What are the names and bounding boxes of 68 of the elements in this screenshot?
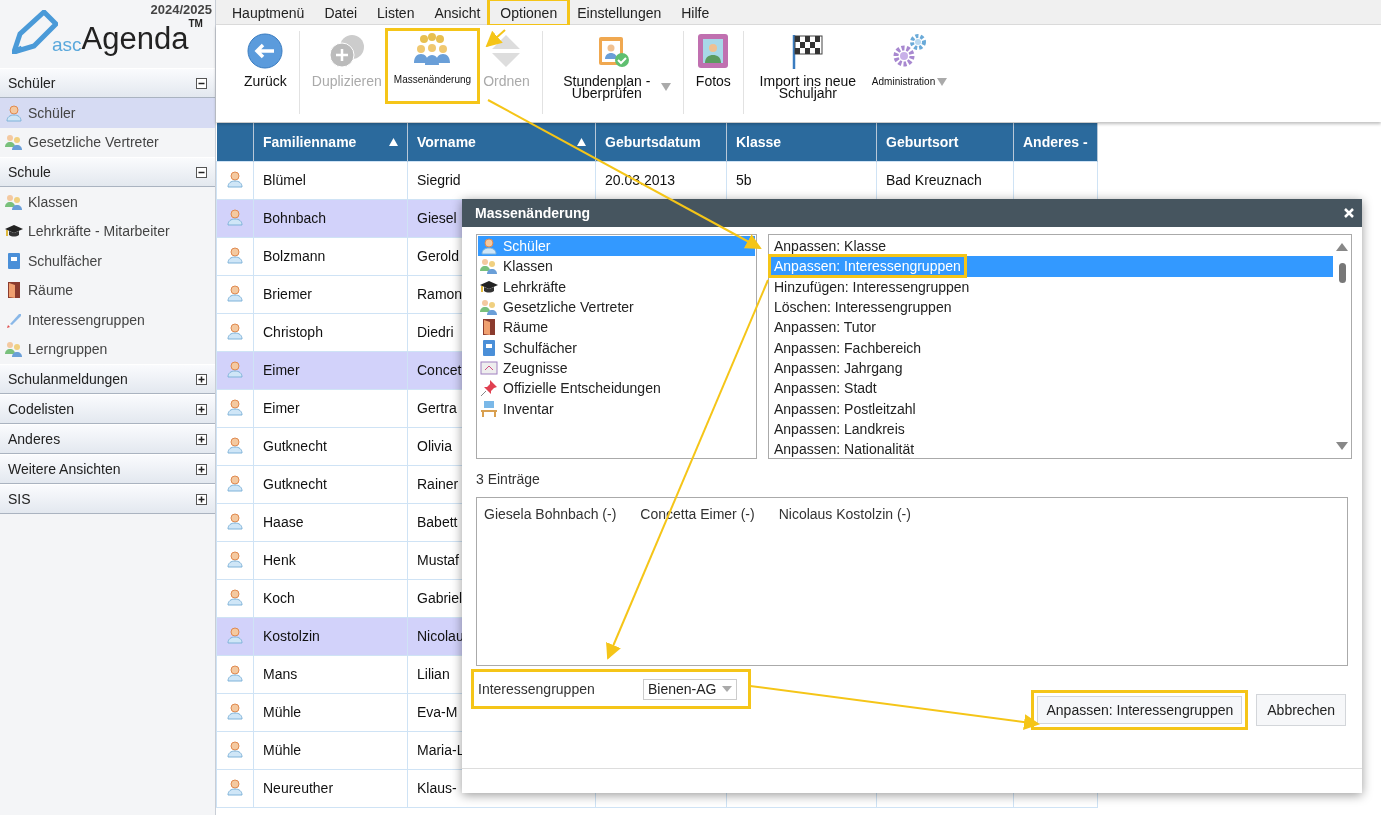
table-cell: Neureuther bbox=[253, 769, 408, 807]
menu-item[interactable]: Ansicht bbox=[424, 1, 491, 24]
table-cell: Kostolzin bbox=[253, 617, 408, 655]
toolbar-button[interactable]: Zurück bbox=[238, 31, 293, 101]
sidebar-item[interactable]: Schüler bbox=[0, 98, 215, 128]
column-header[interactable]: Geburtsort bbox=[876, 123, 1014, 161]
sidebar-section-header[interactable]: Schule bbox=[0, 157, 215, 187]
sidebar-item[interactable]: Schulfächer bbox=[0, 246, 215, 276]
sidebar-item[interactable]: Interessengruppen bbox=[0, 305, 215, 335]
menu-item[interactable]: Hauptmenü bbox=[222, 1, 315, 24]
action-item[interactable]: Anpassen: Fachbereich bbox=[770, 337, 1333, 358]
action-item[interactable]: Anpassen: Nationalität bbox=[770, 438, 1333, 460]
menu-item[interactable]: Listen bbox=[367, 1, 425, 24]
sidebar-item[interactable]: Klassen bbox=[0, 187, 215, 217]
column-header[interactable]: Familienname bbox=[253, 123, 408, 161]
sidebar-section-header[interactable]: Schulanmeldungen bbox=[0, 364, 215, 394]
sidebar-section-header[interactable]: Weitere Ansichten bbox=[0, 454, 215, 484]
table-cell: Gutknecht bbox=[253, 427, 408, 465]
sidebar-item[interactable]: Räume bbox=[0, 275, 215, 305]
action-item[interactable]: Anpassen: Jahrgang bbox=[770, 357, 1333, 379]
cancel-button[interactable]: Abbrechen bbox=[1256, 694, 1346, 726]
table-cell: Haase bbox=[253, 503, 408, 541]
action-item[interactable]: Anpassen: Tutor bbox=[770, 317, 1333, 338]
selected-entry: Nicolaus Kostolzin (-) bbox=[778, 506, 911, 522]
apply-button[interactable]: Anpassen: Interessengruppen bbox=[1031, 690, 1249, 730]
action-item[interactable]: Löschen: Interessengruppen bbox=[770, 296, 1333, 318]
menu-item[interactable]: Datei bbox=[314, 1, 368, 24]
table-cell: Eimer bbox=[253, 389, 408, 427]
sidebar-item[interactable]: Lerngruppen bbox=[0, 334, 215, 364]
table-cell: Christoph bbox=[253, 313, 408, 351]
table-cell: Mühle bbox=[253, 731, 408, 769]
menu-item[interactable]: Hilfe bbox=[671, 1, 720, 24]
menu-item[interactable]: Einstellungen bbox=[567, 1, 672, 24]
sidebar-item[interactable]: Lehrkräfte - Mitarbeiter bbox=[0, 216, 215, 246]
action-item[interactable]: Anpassen: Klasse bbox=[770, 236, 1333, 257]
sidebar-section-header[interactable]: Codelisten bbox=[0, 394, 215, 424]
dropdown-field[interactable]: Bienen-AG bbox=[643, 678, 738, 700]
table-cell: Blümel bbox=[253, 161, 408, 199]
table-cell: Gutknecht bbox=[253, 465, 408, 503]
sidebar-section-header[interactable]: Anderes bbox=[0, 424, 215, 454]
toolbar-button[interactable]: Import ins neue Schuljahr bbox=[749, 31, 866, 101]
sidebar-section-header[interactable]: Schüler bbox=[0, 68, 215, 98]
dialog-title-bar: Massenänderung bbox=[462, 199, 1362, 227]
sidebar-section-header[interactable]: SIS bbox=[0, 484, 215, 514]
table-cell: Henk bbox=[253, 541, 408, 579]
toolbar-button[interactable]: Stundenplan - Überprüfen bbox=[548, 31, 677, 101]
toolbar-button[interactable]: Fotos bbox=[689, 31, 737, 101]
table-cell: Mans bbox=[253, 655, 408, 693]
toolbar-button[interactable]: Massenänderung bbox=[387, 31, 478, 101]
action-item[interactable]: Anpassen: Landkreis bbox=[770, 418, 1333, 439]
table-cell: Eimer bbox=[253, 351, 408, 389]
table-cell: Mühle bbox=[253, 693, 408, 731]
table-cell: Briemer bbox=[253, 275, 408, 313]
school-year: 2024/2025 bbox=[150, 2, 212, 17]
column-header[interactable]: Klasse bbox=[726, 123, 877, 161]
menu-item[interactable]: Optionen bbox=[490, 1, 568, 24]
entry-count: 3 Einträge bbox=[476, 471, 541, 487]
sidebar-item[interactable]: Gesetzliche Vertreter bbox=[0, 127, 215, 157]
action-item[interactable]: Anpassen: Stadt bbox=[770, 378, 1333, 399]
column-header[interactable]: Geburtsdatum bbox=[595, 123, 727, 161]
table-cell: Bohnbach bbox=[253, 199, 408, 237]
action-item[interactable]: Hinzufügen: Interessengruppen bbox=[770, 276, 1333, 297]
column-header[interactable]: Anderes - bbox=[1013, 123, 1098, 161]
table-cell: Bolzmann bbox=[253, 237, 408, 275]
table-cell: Koch bbox=[253, 579, 408, 617]
column-header[interactable]: Vorname bbox=[407, 123, 596, 161]
action-item[interactable]: Anpassen: Postleitzahl bbox=[770, 398, 1333, 419]
toolbar-button[interactable]: Administration bbox=[865, 31, 954, 101]
